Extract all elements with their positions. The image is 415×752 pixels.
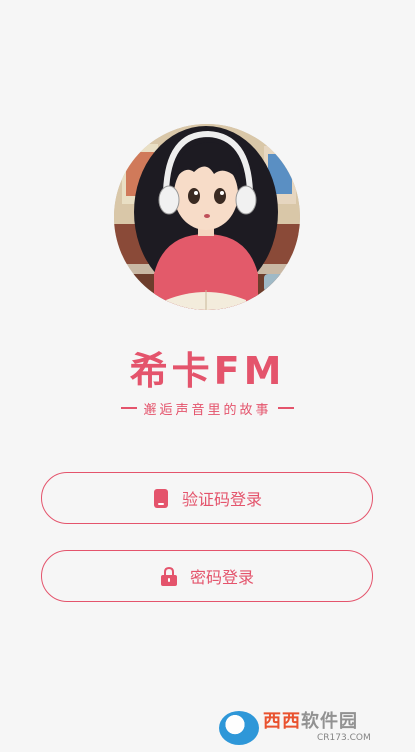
watermark-title-right: 软件园 (301, 711, 358, 732)
watermark-url: CR173.COM (317, 733, 371, 743)
watermark-title: 西西软件园 (263, 713, 371, 731)
password-login-label: 密码登录 (189, 568, 254, 587)
anime-girl-illustration (114, 124, 300, 310)
avatar-illustration (114, 124, 300, 310)
slogan-divider-right (277, 407, 294, 409)
lock-icon (160, 566, 178, 586)
sms-code-login-button[interactable]: 验证码登录 (41, 472, 373, 524)
slogan-divider-left (121, 407, 138, 409)
phone-icon (152, 488, 170, 508)
watermark-text: 西西软件园 CR173.COM (263, 713, 371, 743)
watermark: 西西软件园 CR173.COM (219, 710, 399, 746)
sms-code-login-label: 验证码登录 (181, 490, 262, 509)
app-brand-title: 希卡FM (129, 349, 286, 393)
slogan-row: 邂逅声音里的故事 (0, 398, 415, 418)
watermark-logo-icon (219, 711, 259, 745)
app-slogan: 邂逅声音里的故事 (143, 402, 272, 418)
password-login-button[interactable]: 密码登录 (41, 550, 373, 602)
watermark-title-left: 西西 (263, 711, 301, 732)
